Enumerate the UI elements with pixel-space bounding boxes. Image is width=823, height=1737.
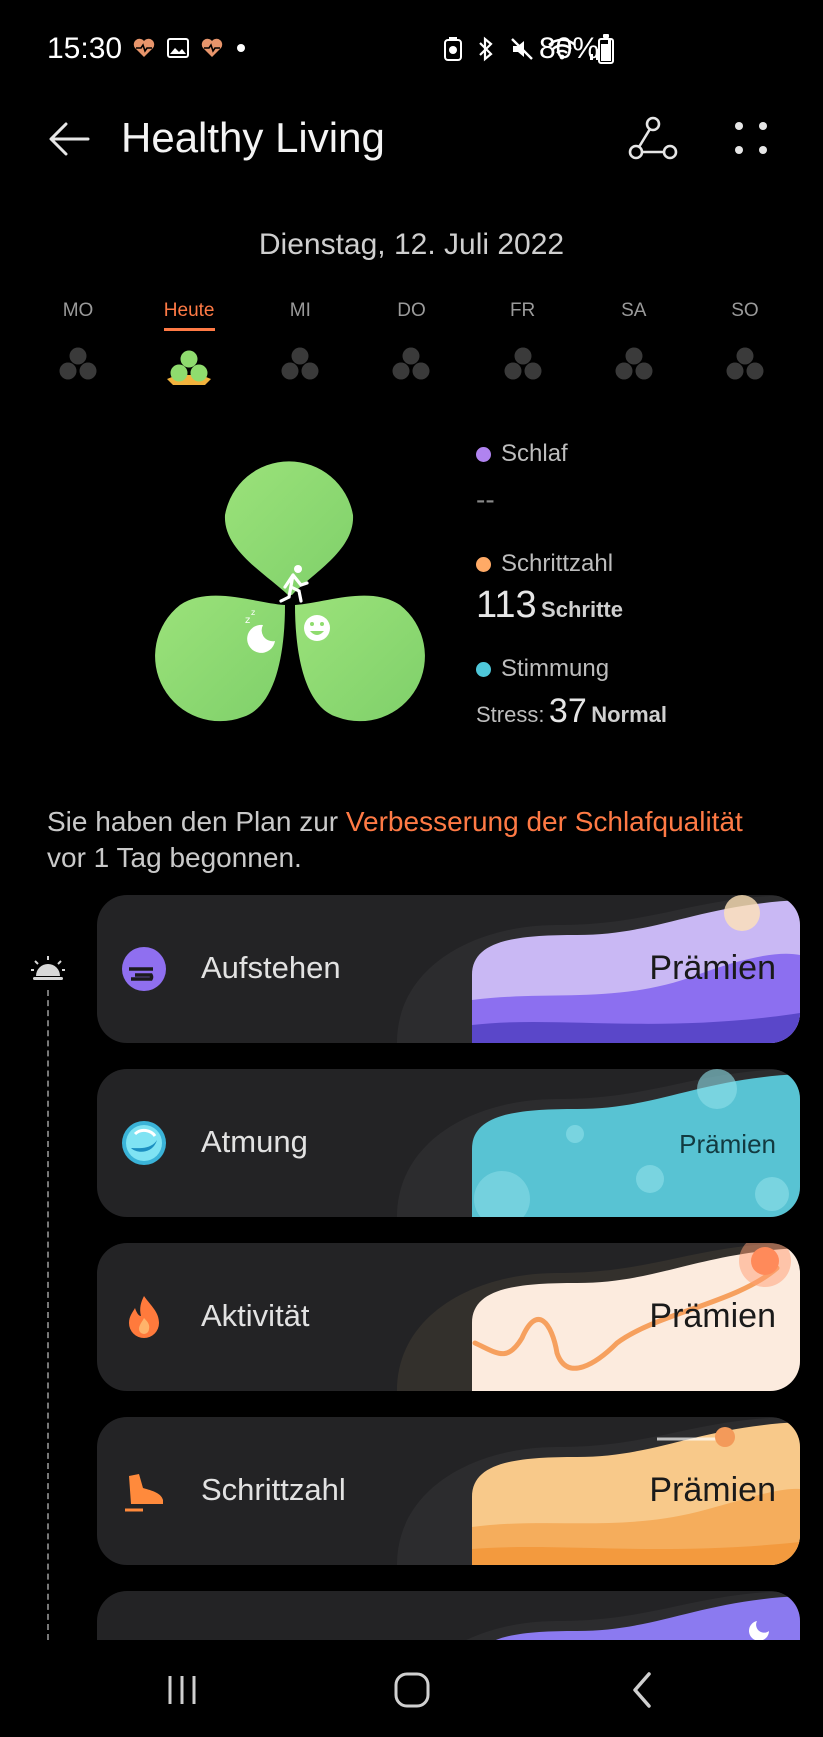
card-reward[interactable]: Prämien — [649, 949, 776, 988]
card-aktivitaet[interactable]: Aktivität Prämien — [97, 1243, 800, 1391]
battery-percent: 80% — [539, 32, 600, 65]
shoe-icon — [125, 1474, 163, 1512]
recent-apps-icon — [168, 1676, 196, 1704]
legend-mood[interactable]: Stimmung — [476, 655, 609, 683]
clover-leaf-sleep[interactable] — [155, 595, 285, 722]
card-reward[interactable]: Prämien — [649, 1297, 776, 1336]
clover-icon — [504, 347, 542, 380]
mood-dot — [476, 661, 491, 677]
chevron-left-icon — [633, 1672, 651, 1708]
card-reward[interactable]: Prämien — [649, 1471, 776, 1510]
legend-sleep-label: Schlaf — [501, 440, 568, 467]
app-header: Healthy Living — [0, 100, 823, 180]
day-fri[interactable]: FR — [469, 300, 577, 400]
steps-unit: Schritte — [541, 597, 623, 622]
plan-link[interactable]: Verbesserung der Schlafqualität — [346, 806, 743, 837]
battery-icon — [598, 34, 614, 64]
day-wed[interactable]: MI — [246, 300, 354, 400]
steps-dot — [476, 556, 491, 572]
day-sun[interactable]: SO — [691, 300, 799, 400]
card-title: Schrittzahl — [201, 1472, 346, 1507]
system-nav-bar — [0, 1640, 823, 1737]
health-clover[interactable]: z z — [145, 455, 435, 730]
smiley-icon — [304, 615, 330, 641]
stress-row: Stress: 37 Normal — [476, 692, 667, 731]
status-left-icons — [132, 36, 248, 60]
clover-leaf-steps[interactable] — [224, 461, 354, 595]
clover-icon — [281, 347, 319, 380]
system-back-button[interactable] — [613, 1660, 673, 1720]
page-title: Healthy Living — [121, 114, 385, 161]
clover-icon — [726, 347, 764, 380]
clover-icon — [392, 347, 430, 380]
card-title: Atmung — [201, 1124, 308, 1159]
card-schrittzahl[interactable]: Schrittzahl Prämien — [97, 1417, 800, 1565]
plan-suffix: vor 1 Tag begonnen. — [47, 842, 302, 873]
timeline-line — [47, 990, 49, 1640]
plan-description: Sie haben den Plan zur Verbesserung der … — [47, 804, 787, 876]
clover-medal-icon — [167, 350, 212, 385]
heart-rate-icon — [133, 38, 155, 57]
clover-icon — [615, 347, 653, 380]
sunrise-icon — [122, 947, 166, 991]
svg-text:z: z — [251, 608, 255, 617]
home-button[interactable] — [382, 1660, 442, 1720]
legend-mood-label: Stimmung — [501, 655, 610, 682]
arrow-left-icon — [49, 122, 90, 156]
steps-value-row: 113 Schritte — [476, 584, 623, 627]
day-mon[interactable]: MO — [24, 300, 132, 400]
stress-label: Stress: — [476, 702, 545, 727]
alarm-icon — [31, 956, 65, 980]
day-thu[interactable]: DO — [357, 300, 465, 400]
day-today[interactable]: Heute — [135, 300, 243, 400]
stress-status: Normal — [591, 702, 667, 727]
battery-saver-icon — [444, 37, 462, 61]
heart-rate-icon — [201, 38, 223, 57]
card-partial[interactable] — [97, 1591, 800, 1640]
notification-dot-icon — [237, 44, 245, 52]
back-button[interactable] — [44, 114, 94, 164]
day-label: SA — [621, 300, 647, 321]
more-dots-icon — [735, 122, 767, 154]
day-label: Heute — [163, 300, 215, 331]
more-options-button[interactable] — [724, 114, 778, 164]
card-artwork — [466, 1591, 800, 1640]
stress-value: 37 — [548, 692, 587, 730]
status-time: 15:30 — [47, 32, 123, 65]
day-sat[interactable]: SA — [580, 300, 688, 400]
legend-steps[interactable]: Schrittzahl — [476, 550, 613, 578]
svg-text:z: z — [245, 615, 250, 626]
day-label: FR — [509, 300, 536, 321]
mute-icon — [511, 38, 533, 60]
card-title: Aufstehen — [201, 950, 341, 985]
legend-steps-label: Schrittzahl — [501, 550, 614, 577]
card-reward[interactable]: Prämien — [679, 1129, 776, 1160]
clover-icon — [59, 347, 97, 380]
legend-sleep[interactable]: Schlaf — [476, 440, 568, 468]
day-label: MI — [289, 300, 311, 321]
home-icon — [394, 1672, 430, 1708]
day-label: MO — [62, 300, 94, 321]
flame-icon — [129, 1296, 159, 1338]
clover-leaf-mood[interactable] — [295, 595, 425, 722]
date-label: Dienstag, 12. Juli 2022 — [258, 228, 565, 261]
sleep-value: -- — [476, 484, 495, 515]
status-bar: 15:30 80% — [0, 0, 823, 100]
card-title: Aktivität — [201, 1298, 310, 1333]
card-atmung[interactable]: Atmung Prämien — [97, 1069, 800, 1217]
recent-apps-button[interactable] — [152, 1660, 212, 1720]
share-icon — [628, 116, 678, 160]
week-selector: MO Heute MI DO FR SA SO — [24, 300, 799, 400]
sleep-dot — [476, 446, 491, 462]
plan-prefix: Sie haben den Plan zur — [47, 806, 346, 837]
gallery-icon — [167, 38, 189, 58]
share-button[interactable] — [626, 114, 680, 164]
steps-value: 113 — [476, 584, 537, 626]
day-label: DO — [397, 300, 426, 321]
day-label: SO — [731, 300, 759, 321]
card-aufstehen[interactable]: Aufstehen Prämien — [97, 895, 800, 1043]
breathing-icon — [122, 1121, 166, 1165]
bluetooth-icon — [479, 36, 493, 62]
